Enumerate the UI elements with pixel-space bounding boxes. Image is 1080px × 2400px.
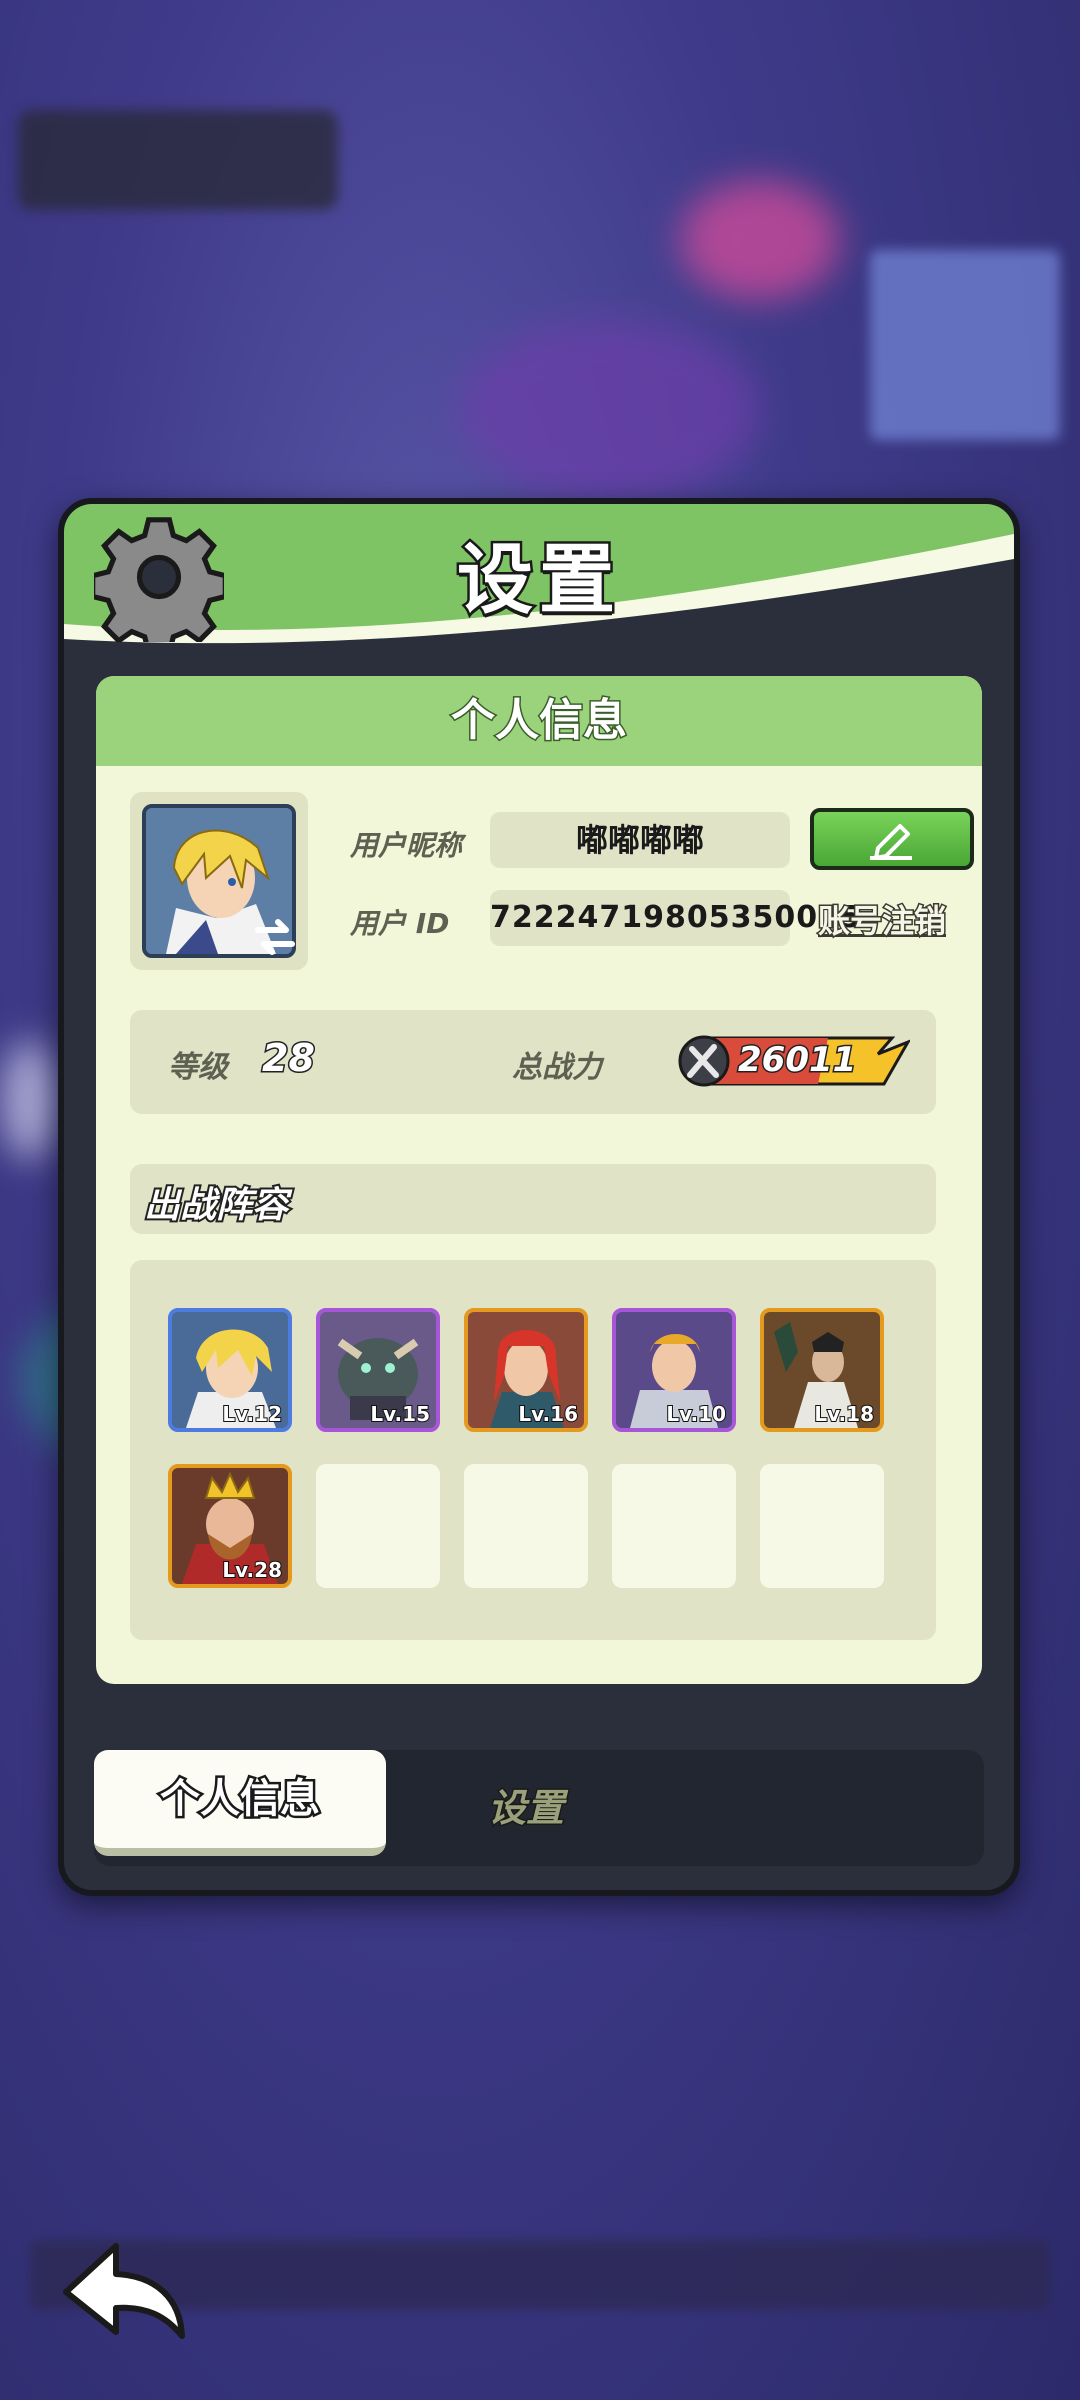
tab-bar: 个人信息 设置: [94, 1750, 984, 1866]
hero-slot[interactable]: Lv.12: [168, 1308, 292, 1432]
swap-icon[interactable]: [250, 912, 300, 962]
nickname-label: 用户昵称: [350, 829, 463, 862]
power-badge: 26011: [678, 1032, 912, 1090]
back-arrow-icon[interactable]: [56, 2236, 196, 2346]
background-hud: [18, 110, 338, 210]
background-blob: [0, 1040, 60, 1160]
empty-hero-slot[interactable]: [464, 1464, 588, 1588]
pencil-icon: [870, 824, 912, 860]
panel-title: 设置: [455, 533, 621, 627]
tab-settings[interactable]: 设置: [386, 1750, 666, 1866]
hero-level: Lv.28: [221, 1557, 283, 1583]
cancel-account-link[interactable]: 账号注销: [816, 896, 947, 942]
hero-slot[interactable]: Lv.15: [316, 1308, 440, 1432]
background-blob: [460, 320, 760, 500]
lineup-header: 出战阵容: [130, 1164, 936, 1234]
nickname-field: 嘟嘟嘟嘟: [490, 812, 790, 868]
edit-nickname-button[interactable]: [810, 808, 974, 870]
personal-info-card: 个人信息 用户昵称 嘟嘟嘟嘟 用户 ID 72224719805350045 账…: [96, 676, 982, 1684]
lineup-title: 出战阵容: [142, 1183, 290, 1228]
lineup-grid: Lv.12 Lv.15 Lv.16 Lv.10 Lv.18 Lv.28: [130, 1260, 936, 1640]
sword-icon: [687, 1044, 719, 1078]
hero-level: Lv.15: [369, 1401, 431, 1427]
power-value: 26011: [736, 1039, 857, 1082]
background-blob: [680, 180, 840, 300]
hero-slot[interactable]: Lv.16: [464, 1308, 588, 1432]
hero-level: Lv.16: [517, 1401, 579, 1427]
tab-personal-info[interactable]: 个人信息: [94, 1750, 386, 1856]
level-value: 28: [261, 1035, 317, 1082]
hero-level: Lv.12: [221, 1401, 283, 1427]
background-minimap: [870, 250, 1060, 440]
card-title: 个人信息: [96, 676, 982, 766]
settings-panel: 设置 个人信息 用户昵称 嘟嘟嘟嘟 用户 ID 7222471980535004…: [58, 498, 1020, 1896]
hero-slot[interactable]: Lv.18: [760, 1308, 884, 1432]
empty-hero-slot[interactable]: [316, 1464, 440, 1588]
user-id-field: 72224719805350045: [490, 890, 861, 946]
panel-header: 设置: [64, 504, 1014, 654]
empty-hero-slot[interactable]: [760, 1464, 884, 1588]
hero-slot[interactable]: Lv.28: [168, 1464, 292, 1588]
hero-slot[interactable]: Lv.10: [612, 1308, 736, 1432]
power-label: 总战力: [512, 1050, 602, 1085]
hero-level: Lv.18: [813, 1401, 875, 1427]
user-id-label: 用户 ID: [350, 907, 450, 940]
stats-row: 等级 28 总战力 26011: [130, 1010, 936, 1114]
level-label: 等级: [168, 1050, 228, 1085]
empty-hero-slot[interactable]: [612, 1464, 736, 1588]
avatar[interactable]: [130, 792, 308, 970]
hero-level: Lv.10: [665, 1401, 727, 1427]
profile-row: 用户昵称 嘟嘟嘟嘟 用户 ID 72224719805350045 账号注销: [130, 792, 974, 972]
